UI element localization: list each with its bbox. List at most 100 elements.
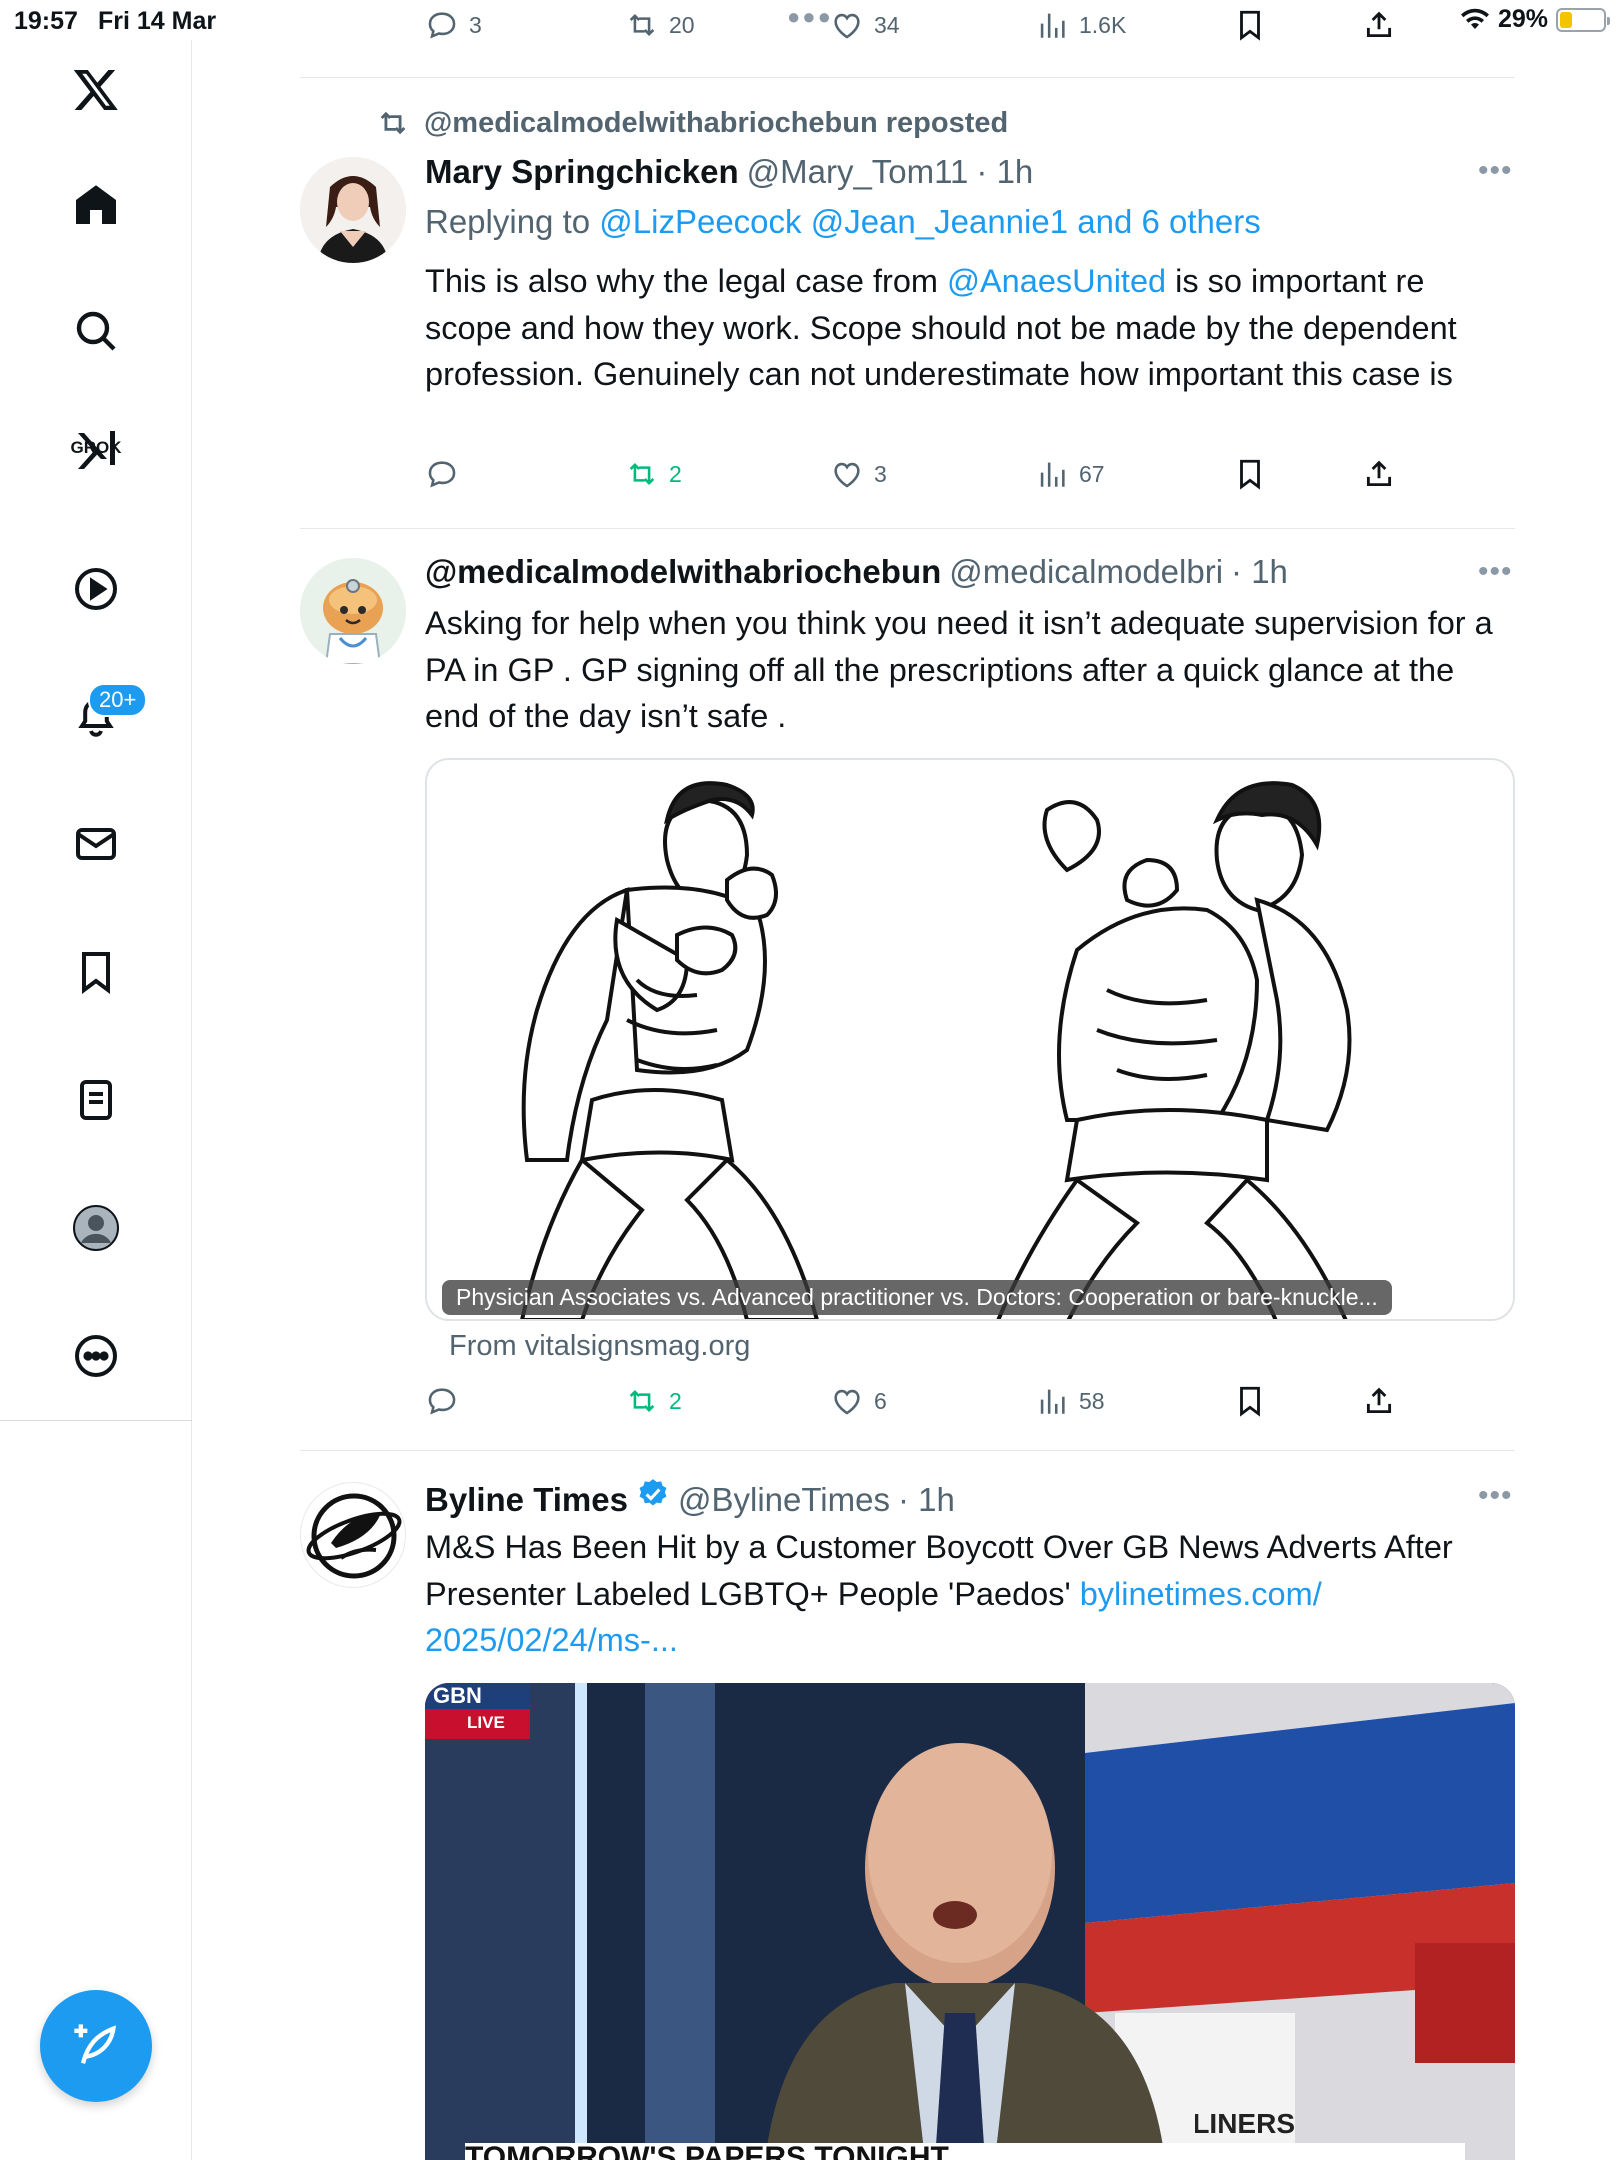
views-chart-icon [1040,13,1065,38]
avatar-medicalmodel[interactable] [300,558,406,664]
tweet2-actions: 2 6 58 [425,1384,1425,1428]
home-icon[interactable] [62,170,130,238]
bookmark-button[interactable] [1233,1384,1267,1418]
tweet3-author-row: Byline Times @BylineTimes · 1h [425,1477,955,1519]
like-button[interactable]: 3 [830,457,887,491]
post-time[interactable]: · 1h [1231,553,1288,591]
like-button[interactable]: 6 [830,1384,887,1418]
share-button[interactable] [1362,8,1396,42]
battery-percent: 29% [1497,5,1548,33]
author-handle[interactable]: @medicalmodelbri [949,553,1223,591]
tweet1-text-start: This is also why the legal case from [425,263,948,299]
compose-post-button[interactable] [40,1990,152,2102]
like-count: 34 [874,11,900,38]
like-button[interactable]: 34 [830,8,900,42]
card-source[interactable]: From vitalsignsmag.org [449,1330,750,1363]
author-name[interactable]: Mary Springchicken [425,153,739,191]
card-image-boxers [427,760,1513,1319]
gb-news-still [425,1683,1515,2160]
notification-badge: 20+ [88,683,148,717]
heart-icon [834,1389,860,1415]
reply-count: 3 [469,11,482,38]
views-button[interactable]: 67 [1035,457,1105,491]
share-icon [1366,1387,1392,1414]
repost-count: 20 [669,11,695,38]
mention-anaesunited-link[interactable]: @AnaesUnited [947,263,1166,299]
x-logo-icon[interactable] [62,55,130,123]
more-options-icon[interactable] [62,1322,130,1390]
views-count: 1.6K [1079,11,1127,38]
reply-button[interactable] [425,1384,459,1418]
reply-icon [428,1388,456,1415]
views-chart-icon [1040,1389,1065,1414]
reply-button[interactable]: 3 [425,8,482,42]
reply-button[interactable] [425,457,459,491]
views-button[interactable]: 58 [1035,1384,1105,1418]
tweet1-actions: 2 3 67 [425,457,1425,501]
lists-icon[interactable] [62,1066,130,1134]
sidebar-divider [0,1420,192,1421]
bookmark-icon [1240,10,1260,41]
repost-button[interactable]: 20 [625,8,695,42]
views-button[interactable]: 1.6K [1035,8,1126,42]
grok-label: GROK [70,438,122,457]
author-name[interactable]: @medicalmodelwithabriochebun [425,553,941,591]
bookmark-icon [1240,1386,1260,1417]
bookmark-button[interactable] [1233,8,1267,42]
replying-to-users-link[interactable]: @LizPeecock @Jean_Jeannie1 and 6 others [599,203,1260,240]
wifi-icon [1460,8,1489,29]
tweet-divider [300,1450,1515,1451]
video-icon[interactable] [62,555,130,623]
status-time: 19:57 [14,7,78,35]
profile-avatar-icon[interactable] [62,1194,130,1262]
verified-badge-icon [639,1479,667,1506]
compose-feather-icon [74,2024,116,2064]
author-name[interactable]: Byline Times [425,1481,628,1519]
avatar-mary-springchicken[interactable] [300,157,406,263]
repost-small-icon [380,111,406,135]
share-icon [1366,11,1392,38]
tweet2-author-row: @medicalmodelwithabriochebun @medicalmod… [425,553,1288,591]
tweet1-more-button[interactable]: ••• [1478,154,1513,188]
link-card[interactable]: Physician Associates vs. Advanced practi… [425,758,1515,1321]
messages-icon[interactable] [62,810,130,878]
repost-button-active[interactable]: 2 [625,1384,682,1418]
share-icon [1366,460,1392,487]
tweet2-body: Asking for help when you think you need … [425,605,1493,734]
reply-icon [428,12,456,39]
replying-to-line: Replying to @LizPeecock @Jean_Jeannie1 a… [425,203,1261,241]
bookmark-icon [1240,459,1260,490]
battery-level [1560,11,1573,28]
author-handle[interactable]: @BylineTimes [678,1481,890,1519]
headliners-label: HEADLINERS [1195,2108,1295,2139]
share-button[interactable] [1362,457,1396,491]
repost-icon [629,1389,655,1413]
share-button[interactable] [1362,1384,1396,1418]
author-handle[interactable]: @Mary_Tom11 [747,153,969,191]
card-title: Physician Associates vs. Advanced practi… [442,1280,1392,1315]
heart-icon [834,13,860,39]
repost-count: 2 [669,460,682,487]
search-icon[interactable] [62,297,130,365]
tweet3-body: M&S Has Been Hit by a Customer Boycott O… [425,1524,1515,1664]
like-count: 6 [874,1387,887,1414]
status-right: 29% [1460,5,1610,34]
views-chart-icon [1040,462,1065,487]
tweet3-media-image[interactable]: GBN LIVE HEADLINERS TOMORROW'S PAPERS TO… [425,1683,1515,2160]
bookmarks-icon[interactable] [62,938,130,1006]
avatar-byline-times[interactable] [300,1482,406,1588]
tweet2-more-button[interactable]: ••• [1478,555,1513,589]
reposted-by-header[interactable]: @medicalmodelwithabriochebun reposted [376,106,1008,140]
views-count: 58 [1079,1387,1105,1414]
bookmark-button[interactable] [1233,457,1267,491]
reposted-by-text: @medicalmodelwithabriochebun reposted [424,106,1009,139]
replying-to-prefix: Replying to [425,203,591,240]
post-time[interactable]: · 1h [898,1481,955,1519]
repost-button-active[interactable]: 2 [625,457,682,491]
reply-icon [428,461,456,488]
live-label: LIVE [467,1713,505,1732]
status-date: Fri 14 Mar [98,7,217,35]
tweet-divider [300,528,1515,529]
post-time[interactable]: · 1h [976,153,1033,191]
tweet3-more-button[interactable]: ••• [1478,1479,1513,1513]
